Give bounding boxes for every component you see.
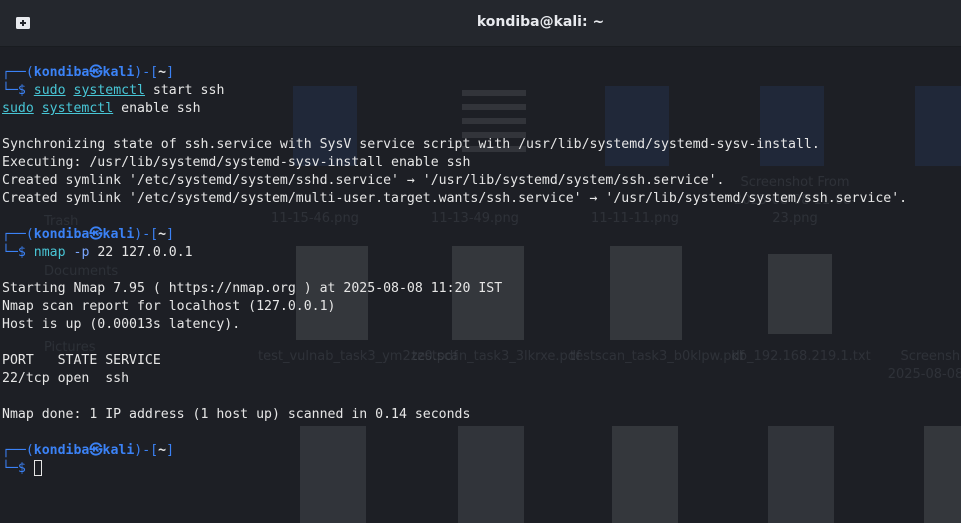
prompt-at-symbol: ㉿ — [89, 65, 103, 80]
command-line: └─$ sudo systemctl start ssh — [2, 82, 224, 100]
command-program: systemctl — [41, 101, 114, 116]
prompt-user: kondiba — [33, 65, 90, 80]
prompt-host: kali — [102, 65, 135, 80]
prompt-corner: ┌──( — [2, 227, 34, 242]
prompt-corner: ] — [166, 443, 175, 458]
prompt-line: ┌──(kondiba㉿kali)-[~] — [2, 64, 174, 82]
prompt-corner: ] — [166, 227, 175, 242]
output-line: Executing: /usr/lib/systemd/systemd-sysv… — [2, 155, 471, 170]
command-line: sudo systemctl enable ssh — [2, 100, 201, 118]
prompt-host: kali — [102, 227, 135, 242]
prompt-corner: └─ — [2, 461, 18, 476]
terminal-title-bar: kondiba@kali: ~ — [0, 0, 961, 47]
terminal-output[interactable]: ┌──(kondiba㉿kali)-[~] └─$ sudo systemctl… — [0, 46, 961, 523]
command-option: -p — [65, 245, 90, 260]
output-line: Host is up (0.00013s latency). — [2, 317, 241, 332]
command-args: 22 127.0.0.1 — [89, 245, 193, 260]
window-title: kondiba@kali: ~ — [476, 14, 605, 30]
command-sudo: sudo — [2, 101, 34, 116]
prompt-at-symbol: ㉿ — [89, 443, 103, 458]
prompt-at-symbol: ㉿ — [89, 227, 103, 242]
prompt-dollar: $ — [17, 245, 26, 260]
command-sudo: sudo — [33, 83, 66, 98]
prompt-corner: ] — [166, 65, 175, 80]
prompt-line: ┌──(kondiba㉿kali)-[~] — [2, 226, 174, 244]
output-line: Nmap scan report for localhost (127.0.0.… — [2, 299, 336, 314]
prompt-user: kondiba — [33, 227, 90, 242]
output-line: Created symlink '/etc/systemd/system/mul… — [2, 191, 908, 206]
command-args: enable ssh — [113, 101, 201, 116]
command-program: systemctl — [73, 83, 145, 98]
prompt-directory: ~ — [158, 65, 167, 80]
output-line: Synchronizing state of ssh.service with … — [2, 137, 820, 152]
prompt-corner: )-[ — [134, 443, 159, 458]
output-line: Created symlink '/etc/systemd/system/ssh… — [2, 173, 725, 188]
output-line: Starting Nmap 7.95 ( https://nmap.org ) … — [2, 281, 503, 296]
output-line: 22/tcp open ssh — [2, 371, 130, 386]
prompt-corner: └─ — [2, 83, 18, 98]
prompt-user: kondiba — [33, 443, 90, 458]
prompt-dollar: $ — [17, 461, 26, 476]
prompt-directory: ~ — [158, 227, 167, 242]
prompt-dollar: $ — [17, 83, 26, 98]
output-line: PORT STATE SERVICE — [2, 353, 161, 368]
prompt-corner: )-[ — [134, 227, 159, 242]
command-line: └─$ nmap -p 22 127.0.0.1 — [2, 244, 193, 262]
command-program: nmap — [33, 245, 66, 260]
command-args: start ssh — [144, 83, 225, 98]
prompt-corner: └─ — [2, 245, 18, 260]
prompt-host: kali — [102, 443, 135, 458]
command-line[interactable]: └─$ — [2, 460, 42, 478]
prompt-directory: ~ — [158, 443, 167, 458]
prompt-corner: ┌──( — [2, 443, 34, 458]
text-cursor — [33, 460, 42, 476]
prompt-corner: )-[ — [134, 65, 159, 80]
output-line: Nmap done: 1 IP address (1 host up) scan… — [2, 407, 471, 422]
prompt-line: ┌──(kondiba㉿kali)-[~] — [2, 442, 174, 460]
prompt-corner: ┌──( — [2, 65, 34, 80]
